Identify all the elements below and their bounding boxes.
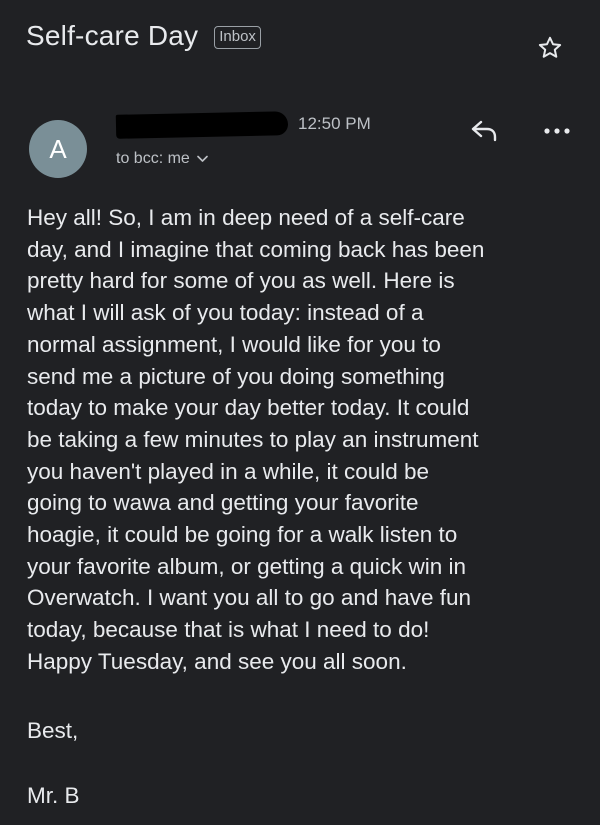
body-line: today, because that is what I need to do… (27, 617, 430, 643)
avatar-letter: A (49, 133, 67, 164)
body-line: be taking a few minutes to play an instr… (27, 426, 479, 452)
body-line: what I will ask of you today: instead of… (27, 300, 424, 326)
body-line: Hey all! So, I am in deep need of a self… (27, 205, 465, 230)
body-line: normal assignment, I would like for you … (27, 331, 441, 357)
reply-icon[interactable] (470, 118, 500, 142)
body-line: your favorite album, or getting a quick … (27, 553, 466, 579)
body-line: going to wawa and getting your favorite (27, 490, 419, 516)
email-signature: Mr. B (27, 783, 80, 808)
body-line: Overwatch. I want you all to go and have… (27, 585, 472, 611)
chevron-down-icon (197, 155, 208, 162)
email-body: Hey all! So, I am in deep need of a self… (27, 202, 587, 678)
body-line: hoagie, it could be going for a walk lis… (27, 522, 458, 548)
body-line: send me a picture of you doing something (27, 363, 445, 389)
recipients-text: to bcc: me (116, 150, 190, 167)
inbox-label-chip[interactable]: Inbox (214, 25, 261, 49)
body-line: today to make your day better today. It … (27, 395, 470, 421)
email-timestamp: 12:50 PM (298, 114, 371, 133)
email-signoff: Best, (27, 718, 79, 743)
subject-row: Self-care Day Inbox (26, 20, 261, 52)
body-line: Happy Tuesday, and see you all soon. (27, 648, 407, 674)
sender-name-redacted (115, 111, 289, 139)
sender-avatar[interactable]: A (29, 120, 87, 178)
more-horizontal-icon[interactable] (542, 126, 572, 136)
star-icon[interactable] (536, 34, 564, 62)
recipients-toggle[interactable]: to bcc: me (116, 150, 208, 168)
body-line: you haven't played in a while, it could … (27, 458, 430, 484)
body-line: day, and I imagine that coming back has … (27, 236, 485, 262)
body-line: pretty hard for some of you as well. Her… (27, 268, 455, 294)
email-subject: Self-care Day (26, 20, 199, 51)
